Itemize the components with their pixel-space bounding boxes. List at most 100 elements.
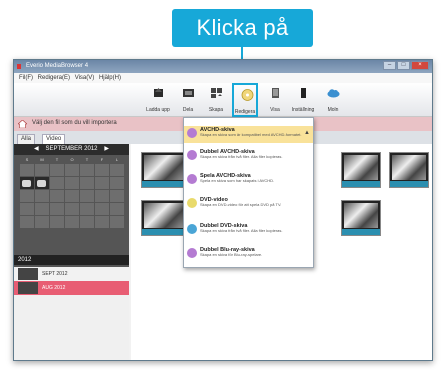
calendar-day[interactable] <box>65 203 79 215</box>
calendar-day[interactable] <box>20 164 34 176</box>
calendar-day[interactable] <box>65 177 79 189</box>
calendar-month: SEPTEMBER 2012 <box>45 146 98 152</box>
calendar-day[interactable] <box>50 203 64 215</box>
calendar-day[interactable] <box>35 203 49 215</box>
month-thumbnail <box>18 282 38 294</box>
view-button[interactable]: Visa <box>262 83 288 117</box>
month-label: AUG 2012 <box>42 285 66 291</box>
minimize-button[interactable]: – <box>383 61 396 70</box>
calendar-panel: ◀ SEPTEMBER 2012 ▶ S M T O T F L 2012 SEPT 201… <box>14 144 129 360</box>
panel-empty-area <box>14 295 129 360</box>
video-thumbnail[interactable] <box>341 152 381 188</box>
dual-dvd-disc-icon <box>187 224 197 234</box>
calendar-day[interactable] <box>95 203 109 215</box>
calendar-day[interactable] <box>110 203 124 215</box>
tab-all[interactable]: Alla <box>17 134 36 144</box>
calendar-weekday: S <box>25 157 29 162</box>
month-thumbnail <box>18 268 38 280</box>
month-label: SEPT 2012 <box>42 271 68 277</box>
prev-month-icon[interactable]: ◀ <box>34 144 39 155</box>
tab-video[interactable]: Video <box>42 134 66 144</box>
avchd-disc-icon <box>187 128 197 138</box>
calendar-day-with-media[interactable] <box>35 177 49 189</box>
dual-avchd-disc-icon <box>187 150 197 160</box>
calendar-weekday: O <box>70 157 74 162</box>
calendar-day[interactable] <box>80 190 94 202</box>
calendar-day[interactable] <box>110 164 124 176</box>
calendar-day[interactable] <box>110 190 124 202</box>
calendar-day[interactable] <box>35 216 49 228</box>
chevron-up-icon: ▲ <box>304 130 310 136</box>
view-icon <box>272 88 279 98</box>
calendar-day[interactable] <box>80 177 94 189</box>
next-month-icon[interactable]: ▶ <box>104 144 109 155</box>
calendar-day[interactable] <box>95 177 109 189</box>
disc-create-icon <box>211 88 222 98</box>
calendar-day[interactable] <box>65 190 79 202</box>
calendar-weekday: M <box>40 157 44 162</box>
edit-disc-icon <box>241 89 254 101</box>
calendar-day[interactable] <box>80 164 94 176</box>
calendar-weekday: T <box>85 157 89 162</box>
cloud-icon <box>327 89 340 98</box>
menu-file[interactable]: Fil(F) <box>19 75 33 81</box>
video-thumbnail[interactable] <box>141 152 187 188</box>
disc-create-button[interactable]: Skapa <box>203 83 229 117</box>
calendar-day[interactable] <box>95 164 109 176</box>
calendar-day[interactable] <box>20 216 34 228</box>
video-thumbnail[interactable] <box>389 152 429 188</box>
dvd-disc-icon <box>187 198 197 208</box>
month-item[interactable]: SEPT 2012 <box>14 267 129 281</box>
close-button[interactable]: × <box>411 61 429 70</box>
calendar-weekday: L <box>115 157 119 162</box>
menu-help[interactable]: Hjälp(H) <box>99 75 121 81</box>
edit-button[interactable]: Redigera <box>232 83 258 117</box>
share-button[interactable]: Dela <box>175 83 201 117</box>
calendar-day[interactable] <box>95 190 109 202</box>
bluray-disc-icon <box>187 248 197 258</box>
menu-edit[interactable]: Redigera(E) <box>38 75 70 81</box>
menu-bar: Fil(F) Redigera(E) Visa(V) Hjälp(H) <box>14 73 432 83</box>
video-thumbnail[interactable] <box>141 200 187 236</box>
calendar-grid: SMTOTFL <box>20 157 124 228</box>
window-title: Everio MediaBrowser 4 <box>26 63 89 69</box>
calendar-day[interactable] <box>35 190 49 202</box>
menu-item-dual-bluray[interactable]: Dubbel Blu-ray-skiva Skapa en skiva för … <box>184 246 313 263</box>
calendar-day[interactable] <box>35 164 49 176</box>
calendar-day[interactable] <box>110 177 124 189</box>
calendar-day[interactable] <box>50 190 64 202</box>
home-icon[interactable] <box>18 120 27 128</box>
menu-item-dvd-video[interactable]: DVD-video Skapa en DVD-video för att spe… <box>184 196 313 213</box>
calendar-day[interactable] <box>20 203 34 215</box>
callout-label: Klicka på <box>172 9 313 47</box>
menu-item-play-avchd[interactable]: Spela AVCHD-skiva Spela en skiva som har… <box>184 172 313 189</box>
calendar-day[interactable] <box>80 216 94 228</box>
cloud-button[interactable]: Moln <box>320 83 346 117</box>
play-avchd-disc-icon <box>187 174 197 184</box>
menu-item-dual-avchd[interactable]: Dubbel AVCHD-skiva Skapa en skiva från t… <box>184 148 313 165</box>
maximize-button[interactable]: □ <box>397 61 410 70</box>
month-item-selected[interactable]: AUG 2012 <box>14 281 129 295</box>
disc-menu-dropdown: AVCHD-skiva Skapa en skiva som är kompat… <box>183 117 314 268</box>
title-bar: Everio MediaBrowser 4 – □ × <box>14 60 432 73</box>
calendar-day[interactable] <box>110 216 124 228</box>
menu-item-dual-dvd[interactable]: Dubbel DVD-skiva Skapa en skiva från två… <box>184 222 313 239</box>
calendar-day[interactable] <box>80 203 94 215</box>
menu-item-avchd-disc[interactable]: AVCHD-skiva Skapa en skiva som är kompat… <box>184 126 313 143</box>
calendar-day[interactable] <box>65 164 79 176</box>
calendar-day[interactable] <box>95 216 109 228</box>
settings-button[interactable]: Inställning <box>290 83 316 117</box>
video-thumbnail[interactable] <box>341 200 381 236</box>
calendar-day[interactable] <box>50 216 64 228</box>
upload-button[interactable]: Ladda upp <box>145 83 171 117</box>
menu-view[interactable]: Visa(V) <box>75 75 95 81</box>
calendar-day[interactable] <box>50 164 64 176</box>
calendar-day[interactable] <box>20 190 34 202</box>
calendar-weekday: F <box>100 157 104 162</box>
upload-icon <box>154 88 163 97</box>
window-controls: – □ × <box>383 61 429 70</box>
calendar-day[interactable] <box>65 216 79 228</box>
calendar-day[interactable] <box>50 177 64 189</box>
calendar-weekday: T <box>55 157 59 162</box>
calendar-day-with-media[interactable] <box>20 177 34 189</box>
